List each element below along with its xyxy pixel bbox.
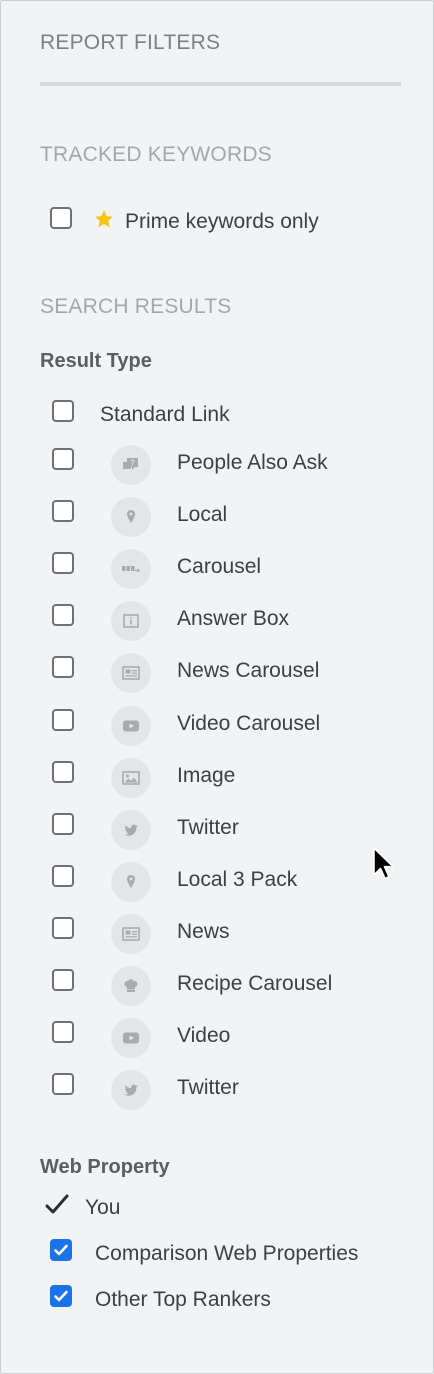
title-divider bbox=[40, 82, 401, 86]
panel-title: REPORT FILTERS bbox=[40, 31, 221, 54]
carousel-label: Carousel bbox=[177, 555, 262, 578]
video-play-icon bbox=[111, 1018, 151, 1058]
tracked-keywords-heading: TRACKED KEYWORDS bbox=[40, 143, 272, 166]
other-top-rankers-checkbox[interactable] bbox=[50, 1285, 72, 1307]
video-label: Video bbox=[177, 1024, 231, 1047]
newspaper-icon bbox=[111, 653, 151, 693]
people-also-ask-checkbox[interactable] bbox=[52, 448, 74, 470]
comparison-web-properties-label: Comparison Web Properties bbox=[95, 1242, 359, 1265]
prime-keywords-checkbox[interactable] bbox=[50, 207, 72, 229]
news-checkbox[interactable] bbox=[52, 917, 74, 939]
twitter-bird-icon bbox=[111, 810, 151, 850]
image-icon bbox=[111, 758, 151, 798]
carousel-icon bbox=[111, 549, 151, 589]
you-label: You bbox=[85, 1196, 121, 1219]
video-play-icon bbox=[111, 706, 151, 746]
chef-hat-icon bbox=[111, 966, 151, 1006]
result-type-label: Result Type bbox=[40, 350, 152, 372]
mouse-cursor-icon bbox=[373, 847, 395, 886]
news-carousel-label: News Carousel bbox=[177, 659, 320, 682]
image-label: Image bbox=[177, 764, 236, 787]
you-checkmark-icon[interactable] bbox=[45, 1194, 69, 1221]
news-label: News bbox=[177, 920, 230, 943]
info-box-icon bbox=[111, 601, 151, 641]
answer-box-checkbox[interactable] bbox=[52, 604, 74, 626]
recipe-carousel-label: Recipe Carousel bbox=[177, 972, 333, 995]
twitter-checkbox[interactable] bbox=[52, 813, 74, 835]
carousel-checkbox[interactable] bbox=[52, 552, 74, 574]
video-carousel-label: Video Carousel bbox=[177, 712, 321, 735]
twitter-label-2: Twitter bbox=[177, 1076, 239, 1099]
star-icon bbox=[93, 208, 115, 235]
report-filters-panel: REPORT FILTERS TRACKED KEYWORDS Prime ke… bbox=[0, 0, 434, 1374]
image-checkbox[interactable] bbox=[52, 761, 74, 783]
comparison-web-properties-checkbox[interactable] bbox=[50, 1239, 72, 1261]
question-chat-icon: ? bbox=[111, 445, 151, 485]
video-checkbox[interactable] bbox=[52, 1021, 74, 1043]
local-checkbox[interactable] bbox=[52, 500, 74, 522]
local-label: Local bbox=[177, 503, 228, 526]
svg-text:?: ? bbox=[130, 459, 135, 468]
standard-link-label: Standard Link bbox=[100, 403, 230, 426]
map-pin-icon bbox=[111, 497, 151, 537]
local-3-pack-checkbox[interactable] bbox=[52, 865, 74, 887]
newspaper-icon bbox=[111, 914, 151, 954]
recipe-carousel-checkbox[interactable] bbox=[52, 969, 74, 991]
video-carousel-checkbox[interactable] bbox=[52, 709, 74, 731]
answer-box-label: Answer Box bbox=[177, 607, 290, 630]
map-pin-icon bbox=[111, 862, 151, 902]
news-carousel-checkbox[interactable] bbox=[52, 656, 74, 678]
local-3-pack-label: Local 3 Pack bbox=[177, 868, 298, 891]
other-top-rankers-label: Other Top Rankers bbox=[95, 1288, 271, 1311]
twitter-checkbox-2[interactable] bbox=[52, 1073, 74, 1095]
twitter-bird-icon bbox=[111, 1070, 151, 1110]
web-property-label: Web Property bbox=[40, 1156, 170, 1178]
standard-link-checkbox[interactable] bbox=[52, 400, 74, 422]
search-results-heading: SEARCH RESULTS bbox=[40, 295, 232, 318]
people-also-ask-label: People Also Ask bbox=[177, 451, 328, 474]
prime-keywords-label: Prime keywords only bbox=[125, 210, 319, 233]
twitter-label: Twitter bbox=[177, 816, 239, 839]
